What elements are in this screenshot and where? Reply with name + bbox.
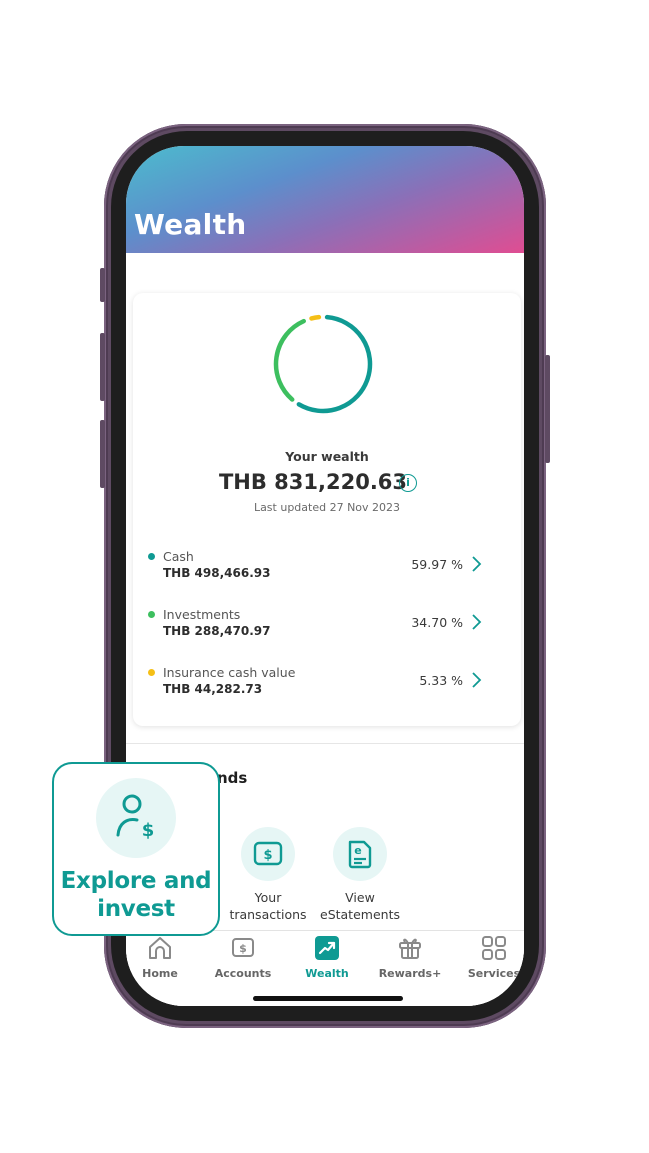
page-header: Wealth: [126, 146, 524, 253]
qa-label-2: transactions: [229, 907, 307, 922]
svg-text:$: $: [263, 848, 272, 863]
last-updated: Last updated 27 Nov 2023: [253, 501, 401, 514]
wealth-label: Your wealth: [285, 449, 369, 464]
quick-action-estatements[interactable]: e View eStatements: [315, 827, 405, 923]
grid-icon: [482, 936, 506, 960]
row-amount: THB 44,282.73: [163, 682, 263, 696]
row-name: Cash: [163, 549, 194, 564]
chevron-right-icon[interactable]: [468, 612, 484, 632]
breakdown-row-cash[interactable]: Cash THB 498,466.93 59.97 %: [133, 549, 521, 589]
section-title: nds: [217, 769, 248, 787]
wealth-summary-card: Your wealth THB 831,220.63 i Last update…: [133, 293, 521, 726]
insurance-arc: [309, 314, 322, 321]
row-percent: 59.97 %: [411, 557, 463, 572]
home-icon: [149, 937, 171, 959]
nav-rewards[interactable]: Rewards+: [373, 935, 447, 980]
quick-action-transactions[interactable]: $ Your transactions: [223, 827, 313, 923]
investments-dot-icon: [148, 611, 155, 618]
volume-up-button: [100, 333, 105, 401]
row-name: Investments: [163, 607, 241, 622]
mute-switch: [100, 268, 105, 302]
chevron-right-icon[interactable]: [468, 670, 484, 690]
user-dollar-icon: $: [116, 794, 155, 841]
nav-label: Wealth: [305, 967, 349, 980]
breakdown-row-investments[interactable]: Investments THB 288,470.97 34.70 %: [133, 607, 521, 647]
row-amount: THB 288,470.97: [163, 624, 271, 638]
wealth-total: THB 831,220.63: [218, 470, 408, 494]
nav-label: Rewards+: [378, 967, 442, 980]
row-amount: THB 498,466.93: [163, 566, 271, 580]
cash-arc: [296, 314, 373, 414]
accounts-icon: $: [232, 938, 254, 957]
page-title: Wealth: [134, 208, 247, 241]
bottom-nav: Home $ Accounts Wealth Rewards+ Services: [126, 930, 524, 1006]
nav-services[interactable]: Services: [457, 935, 524, 980]
svg-text:$: $: [239, 942, 247, 955]
row-percent: 5.33 %: [419, 673, 463, 688]
qa-label-2: eStatements: [320, 907, 400, 922]
nav-wealth[interactable]: Wealth: [290, 935, 364, 980]
wealth-chart-icon: [315, 936, 339, 960]
nav-label: Home: [142, 967, 178, 980]
nav-home[interactable]: Home: [126, 935, 197, 980]
volume-down-button: [100, 420, 105, 488]
section-divider: [126, 743, 524, 744]
gift-icon: [399, 938, 421, 959]
estatement-icon: e: [348, 840, 372, 869]
row-name: Insurance cash value: [163, 665, 296, 680]
qa-label-1: View: [345, 890, 375, 905]
svg-text:$: $: [142, 820, 155, 841]
cash-dot-icon: [148, 553, 155, 560]
home-indicator[interactable]: [253, 996, 403, 1001]
info-icon[interactable]: i: [399, 474, 417, 492]
nav-label: Accounts: [214, 967, 272, 980]
promo-line-1: Explore and: [60, 868, 212, 894]
nav-accounts[interactable]: $ Accounts: [206, 935, 280, 980]
insurance-dot-icon: [148, 669, 155, 676]
investments-arc: [273, 318, 306, 402]
dollar-card-icon: $: [253, 841, 283, 866]
breakdown-row-insurance[interactable]: Insurance cash value THB 44,282.73 5.33 …: [133, 665, 521, 705]
promo-line-2: invest: [97, 896, 175, 922]
qa-label-1: Your: [254, 890, 282, 905]
wealth-donut-chart: [273, 314, 373, 414]
chevron-right-icon[interactable]: [468, 554, 484, 574]
svg-text:e: e: [354, 844, 361, 857]
explore-invest-promo[interactable]: $ Explore and invest: [52, 762, 220, 936]
row-percent: 34.70 %: [411, 615, 463, 630]
power-button: [545, 355, 550, 463]
nav-label: Services: [467, 967, 521, 980]
